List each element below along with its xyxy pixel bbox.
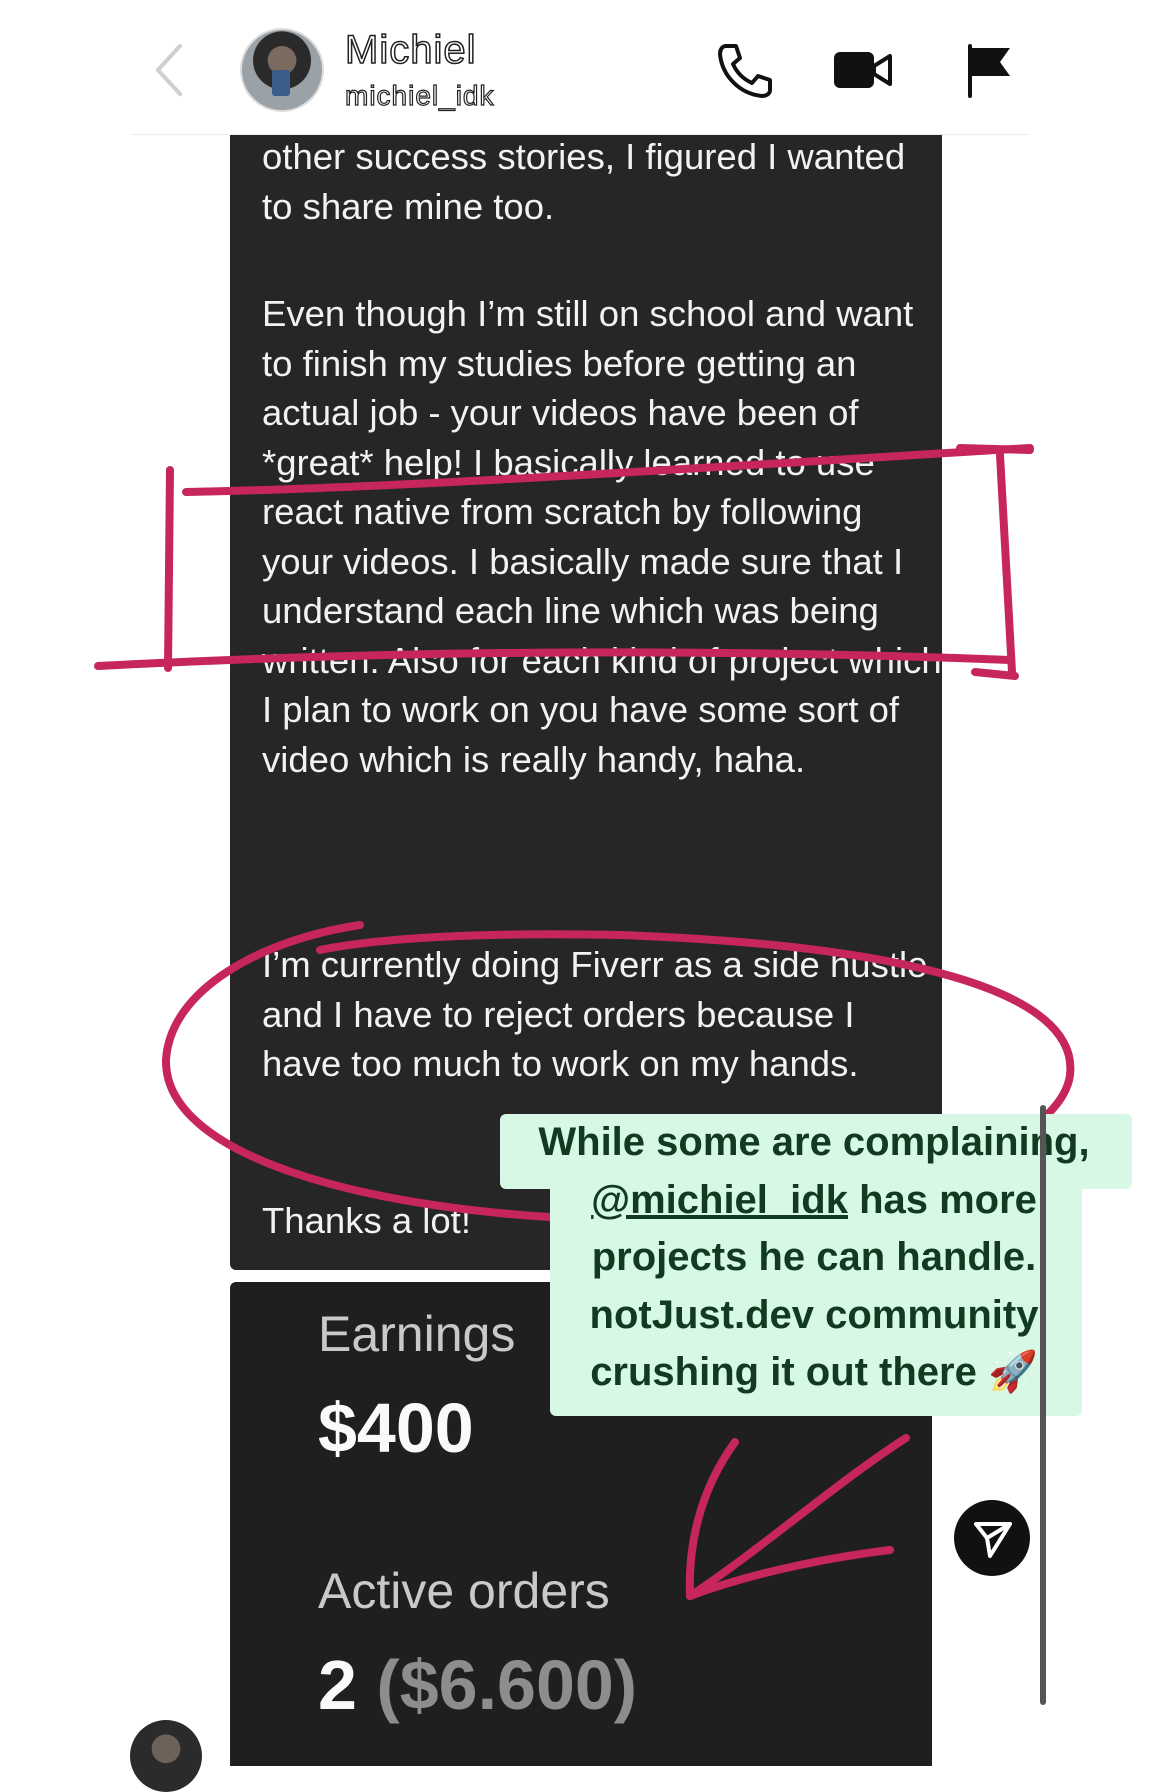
caption-line-5: crushing it out there 🚀 [590, 1350, 1038, 1394]
send-icon [974, 1522, 1012, 1558]
annotation-right-bracket-foot [971, 668, 1019, 680]
active-orders-count: 2 [318, 1646, 357, 1724]
chat-header: Michiel michiel_idk [0, 0, 1170, 135]
rocket-icon: 🚀 [988, 1350, 1038, 1394]
phone-icon[interactable] [712, 38, 776, 102]
annotation-left-bracket [164, 466, 174, 672]
annotation-right-bracket [996, 451, 1016, 676]
caption-line-4: notJust.dev community [589, 1292, 1039, 1337]
story-caption: While some are complaining, @michiel_idk… [494, 1114, 1134, 1402]
avatar[interactable] [240, 28, 324, 112]
earnings-label: Earnings [318, 1306, 516, 1362]
contact-display-name[interactable]: Michiel [344, 27, 476, 73]
back-icon[interactable] [150, 40, 190, 100]
mention-link[interactable]: @michiel_idk [591, 1178, 848, 1222]
message-paragraph-2: Even though I’m still on school and want… [262, 293, 942, 780]
message-paragraph-3: I’m currently doing Fiverr as a side hus… [262, 944, 928, 1084]
sender-avatar[interactable] [130, 1720, 202, 1792]
active-orders-amount: ($6.600) [376, 1646, 638, 1724]
active-orders-label: Active orders [318, 1563, 610, 1619]
active-orders-value: 2 ($6.600) [318, 1645, 637, 1725]
share-button[interactable] [954, 1500, 1030, 1576]
caption-line-2: @michiel_idk has more [591, 1177, 1037, 1222]
scroll-bar[interactable] [1040, 1105, 1046, 1705]
caption-line-1: While some are complaining, [538, 1120, 1090, 1164]
flag-icon[interactable] [958, 38, 1022, 102]
message-paragraph-1: other success stories, I figured I wante… [262, 136, 906, 227]
caption-line-3: projects he can handle. [591, 1235, 1037, 1279]
earnings-value: $400 [318, 1389, 474, 1467]
annotation-top-right-tick [956, 444, 1034, 454]
video-icon[interactable] [830, 38, 894, 102]
contact-username[interactable]: michiel_idk [344, 79, 495, 112]
